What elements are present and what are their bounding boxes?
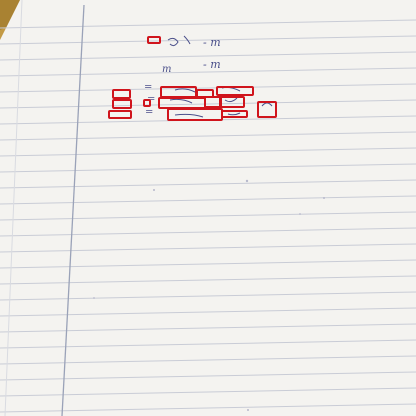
annotation-box <box>112 99 132 109</box>
annotation-box <box>216 86 254 96</box>
annotation-box <box>143 99 151 107</box>
notebook-photo: - m - m m = = = <box>0 0 416 416</box>
annotation-box <box>257 101 277 118</box>
handwriting-line-2: - m <box>203 58 221 71</box>
annotation-box <box>108 110 132 119</box>
handwriting-line-3: m <box>162 64 172 75</box>
annotation-box <box>112 89 131 99</box>
handwriting-line-4: = <box>144 82 153 93</box>
annotation-box <box>219 96 245 108</box>
annotation-box <box>221 110 248 118</box>
annotation-box <box>167 108 223 121</box>
annotation-box <box>147 36 161 44</box>
handwriting-line-1: - m <box>203 36 221 49</box>
handwriting-line-6: = <box>145 107 154 118</box>
